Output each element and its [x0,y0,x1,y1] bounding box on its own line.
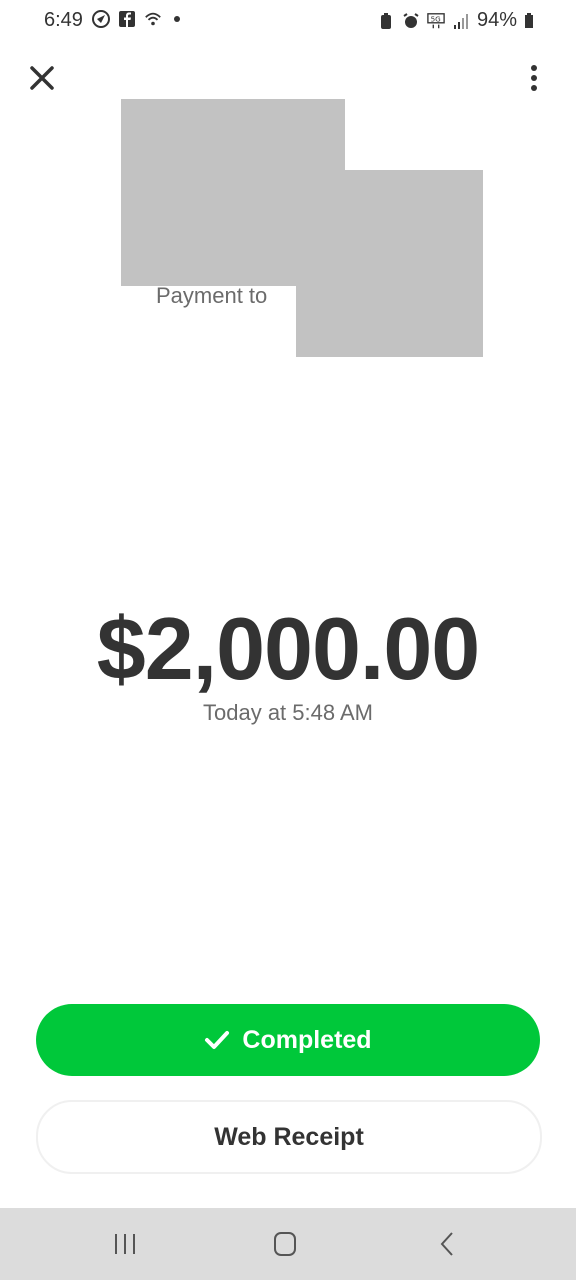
recent-apps-icon[interactable] [112,1233,138,1255]
web-receipt-label: Web Receipt [214,1122,364,1151]
payment-amount: $2,000.00 [96,599,481,698]
status-time: 6:49 [44,9,83,31]
system-nav-bar [0,1208,576,1280]
status-notification-icons [92,10,180,28]
battery-icon [525,12,533,28]
more-options-icon[interactable] [528,64,540,92]
close-icon[interactable] [26,62,58,94]
wifi-icon [145,12,161,26]
checkmark-icon [205,1031,230,1049]
battery-saver-icon [380,12,391,29]
back-icon[interactable] [438,1231,456,1257]
network-5g-icon: 5G [427,12,445,28]
signal-icon [453,13,468,29]
completed-status-button[interactable]: Completed [36,1004,540,1076]
status-system-icons: 5G 94% [377,9,534,32]
home-icon[interactable] [273,1231,297,1257]
alarm-icon [403,12,419,28]
completed-label: Completed [242,1025,372,1054]
status-bar: 6:49 5G 94% [0,0,576,44]
svg-text:5G: 5G [431,14,441,23]
battery-percent: 94% [476,9,517,31]
web-receipt-button[interactable]: Web Receipt [36,1100,542,1174]
navigation-app-icon [92,10,110,28]
more-notifications-dot [174,16,180,22]
payment-recipient-label: Payment to [156,283,268,308]
payment-date: Today at 5:48 AM [203,700,373,725]
facebook-icon [119,11,135,27]
redacted-name-block [296,170,483,357]
